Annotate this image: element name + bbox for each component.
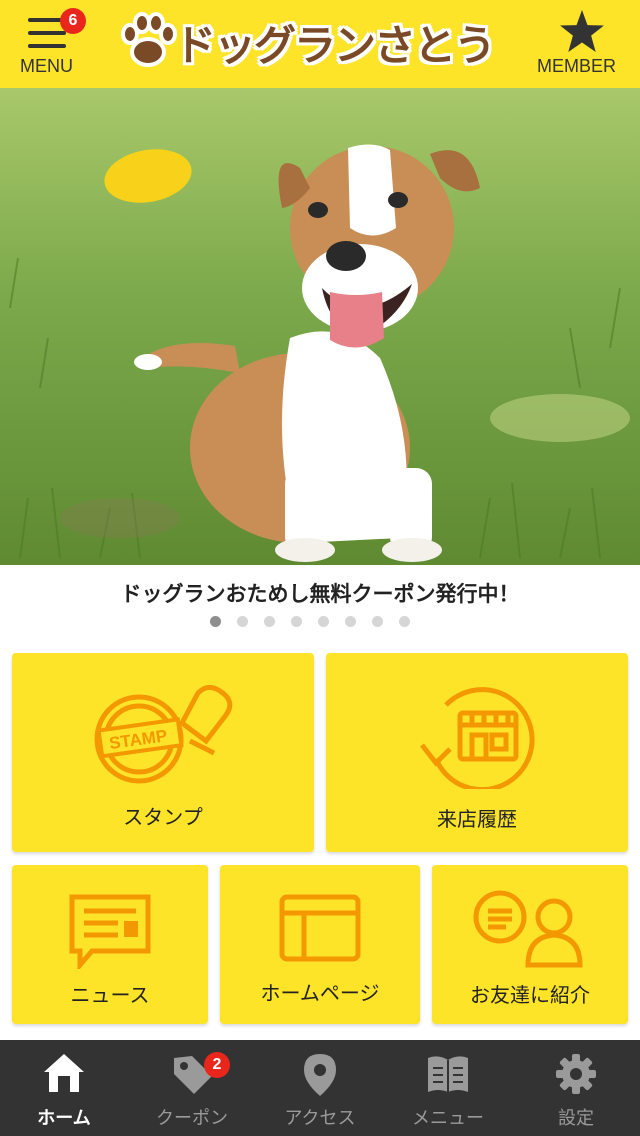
carousel-dot[interactable] xyxy=(345,616,356,627)
carousel-dot[interactable] xyxy=(318,616,329,627)
news-tile[interactable]: ニュース xyxy=(12,865,208,1024)
homepage-label: ホームページ xyxy=(260,981,380,1005)
map-pin-icon xyxy=(304,1054,336,1096)
stamp-tile[interactable]: STAMP スタンプ xyxy=(12,653,314,852)
carousel-dot[interactable] xyxy=(264,616,275,627)
visit-history-tile[interactable]: 来店履歴 xyxy=(326,653,628,852)
refer-friend-label: お友達に紹介 xyxy=(470,983,590,1007)
tab-menu[interactable]: メニュー xyxy=(384,1040,512,1136)
paw-icon xyxy=(121,12,177,67)
app-header: 6 MENU ドッグランさとう MEMBER xyxy=(0,0,640,88)
tab-settings[interactable]: 設定 xyxy=(512,1040,640,1136)
tab-home-label: ホーム xyxy=(37,1108,91,1129)
bottom-tab-bar: ホーム 2 クーポン アクセス メニュー 設定 xyxy=(0,1040,640,1136)
coupon-badge: 2 xyxy=(204,1052,230,1078)
visit-history-label: 来店履歴 xyxy=(437,807,517,831)
tab-coupon-label: クーポン xyxy=(156,1108,228,1129)
carousel-dot[interactable] xyxy=(237,616,248,627)
logo-text: ドッグランさとう xyxy=(174,21,496,70)
book-icon xyxy=(428,1056,468,1092)
tab-access-label: アクセス xyxy=(284,1108,356,1129)
news-icon xyxy=(69,894,151,969)
carousel-dot[interactable] xyxy=(291,616,302,627)
carousel-dot[interactable] xyxy=(210,616,221,627)
hero-banner-image[interactable] xyxy=(0,88,640,565)
stamp-icon: STAMP xyxy=(94,685,233,784)
member-label: MEMBER xyxy=(537,56,617,76)
refer-friend-tile[interactable]: お友達に紹介 xyxy=(432,865,628,1024)
home-icon xyxy=(44,1054,84,1092)
homepage-icon xyxy=(279,894,361,962)
menu-button[interactable]: 6 MENU xyxy=(14,6,86,82)
star-icon xyxy=(560,10,604,52)
member-button[interactable]: MEMBER xyxy=(536,6,632,82)
carousel-dot[interactable] xyxy=(399,616,410,627)
tab-access[interactable]: アクセス xyxy=(256,1040,384,1136)
gear-icon xyxy=(556,1054,596,1094)
menu-label: MENU xyxy=(20,56,73,76)
hero-caption[interactable]: ドッグランおためし無料クーポン発行中！ xyxy=(0,578,640,608)
store-history-icon xyxy=(420,687,535,789)
news-label: ニュース xyxy=(70,983,150,1007)
menu-notification-badge: 6 xyxy=(60,8,86,34)
homepage-tile[interactable]: ホームページ xyxy=(220,865,420,1024)
app-logo: ドッグランさとう xyxy=(118,10,508,72)
refer-friend-icon xyxy=(473,890,583,968)
puppy-photo xyxy=(0,88,640,565)
stamp-label: スタンプ xyxy=(123,805,203,829)
tab-coupon[interactable]: 2 クーポン xyxy=(128,1040,256,1136)
carousel-dot[interactable] xyxy=(372,616,383,627)
carousel-indicator xyxy=(210,616,410,630)
tab-settings-label: 設定 xyxy=(558,1108,594,1129)
tab-home[interactable]: ホーム xyxy=(0,1040,128,1136)
tab-menu-label: メニュー xyxy=(412,1108,484,1129)
